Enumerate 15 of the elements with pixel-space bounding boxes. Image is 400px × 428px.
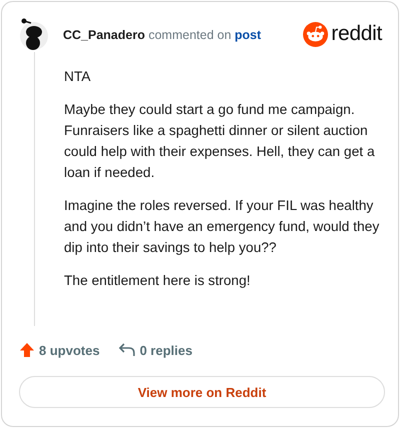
- avatar-icon: [19, 17, 49, 51]
- brand-wordmark: reddit: [331, 22, 382, 46]
- author-name[interactable]: CC_Panadero: [63, 28, 145, 42]
- comment-paragraph: Maybe they could start a go fund me campaign. Funraisers like a spaghetti dinner or silent auction could help with their expenses. Hell, they can get a loan if needed.: [64, 101, 376, 182]
- comment-paragraph: The entitlement here is strong!: [64, 272, 252, 290]
- action-text: commented on: [148, 28, 232, 42]
- alien-logo-icon: [303, 22, 328, 46]
- view-more-button[interactable]: View more on Reddit: [19, 376, 385, 408]
- reply-arrow-icon[interactable]: [118, 342, 136, 358]
- post-link[interactable]: post: [234, 28, 262, 42]
- reply-count: 0 replies: [140, 342, 192, 358]
- upvote-arrow-icon[interactable]: [19, 342, 35, 358]
- upvote-count: 8 upvotes: [39, 342, 100, 358]
- comment-paragraph: NTA: [64, 68, 92, 86]
- comment-paragraph: Imagine the roles reversed. If your FIL was healthy and you didn’t have an emergency fund, would they dip into their savings to help you??: [64, 197, 380, 257]
